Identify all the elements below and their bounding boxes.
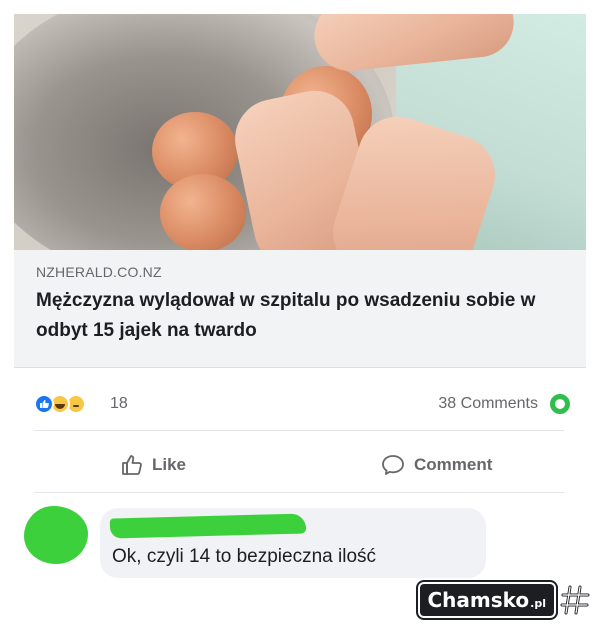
like-icon [34,394,54,414]
reaction-count[interactable]: 18 [110,395,128,413]
comment-button[interactable]: Comment [380,450,492,480]
hash-icon [560,585,590,615]
post-image[interactable] [14,14,586,250]
commenter-name-redaction[interactable] [109,513,307,539]
avatar[interactable] [24,506,88,564]
link-preview[interactable]: NZHERALD.CO.NZ Mężczyzna wylądował w szp… [14,250,586,368]
comment-text: Ok, czyli 14 to bezpieczna ilość [112,546,377,567]
thumbs-up-icon [122,455,142,475]
divider [34,492,564,493]
watermark-logo: Chamsko.pl [419,584,554,616]
link-domain: NZHERALD.CO.NZ [36,264,162,280]
egg-image [160,174,246,250]
reactions-row: 18 38 Comments [14,388,586,418]
comment-bubble-icon [382,455,404,475]
reaction-icons[interactable] [34,394,86,414]
comment-button-label: Comment [414,455,493,474]
like-button-label: Like [152,455,187,474]
link-title[interactable]: Mężczyzna wylądował w szpitalu po wsadze… [36,286,576,346]
like-button[interactable]: Like [120,450,186,480]
comments-badge-icon [550,394,570,414]
watermark: Chamsko.pl [419,580,591,620]
comments-count[interactable]: 38 Comments [438,395,538,413]
comment-bubble: Ok, czyli 14 to bezpieczna ilość [100,508,486,578]
divider [34,430,564,431]
